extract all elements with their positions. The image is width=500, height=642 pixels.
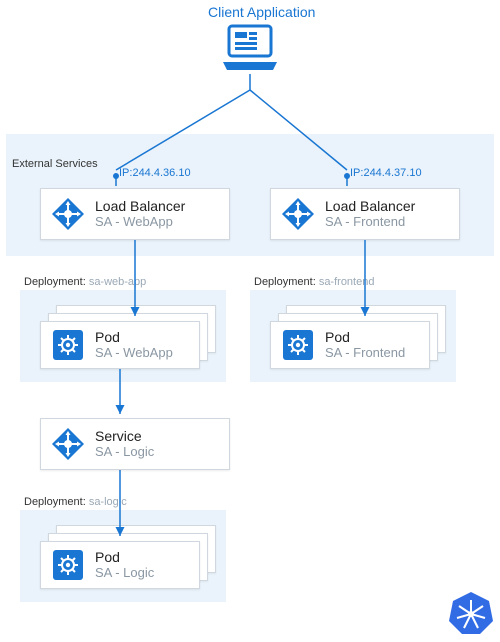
card-subtitle: SA - Logic (95, 445, 154, 460)
card-subtitle: SA - Frontend (325, 346, 405, 361)
card-title: Load Balancer (95, 198, 185, 214)
page-title: Client Application (208, 4, 315, 20)
client-laptop-icon (219, 24, 281, 79)
card-subtitle: SA - Logic (95, 566, 154, 581)
card-subtitle: SA - WebApp (95, 215, 185, 230)
connector-dot (344, 173, 350, 179)
card-subtitle: SA - WebApp (95, 346, 173, 361)
gear-icon (51, 548, 85, 582)
external-services-label: External Services (12, 158, 98, 170)
gear-icon (281, 328, 315, 362)
load-balancer-webapp-card: Load Balancer SA - WebApp (40, 188, 230, 240)
pod-logic-card: Pod SA - Logic (40, 541, 200, 589)
pod-frontend-card: Pod SA - Frontend (270, 321, 430, 369)
deployment-frontend-label: Deployment: sa-frontend (254, 276, 374, 288)
card-title: Load Balancer (325, 198, 415, 214)
card-subtitle: SA - Frontend (325, 215, 415, 230)
service-logic-card: Service SA - Logic (40, 418, 230, 470)
connector-dot (113, 173, 119, 179)
card-title: Pod (95, 329, 173, 345)
card-title: Pod (95, 549, 154, 565)
pod-webapp-card: Pod SA - WebApp (40, 321, 200, 369)
deployment-webapp-label: Deployment: sa-web-app (24, 276, 146, 288)
card-title: Pod (325, 329, 405, 345)
ip-label-frontend: IP:244.4.37.10 (350, 167, 422, 179)
load-balancer-frontend-card: Load Balancer SA - Frontend (270, 188, 460, 240)
gear-icon (51, 328, 85, 362)
load-balancer-icon (281, 197, 315, 231)
ip-label-webapp: IP:244.4.36.10 (119, 167, 191, 179)
load-balancer-icon (51, 197, 85, 231)
card-title: Service (95, 428, 154, 444)
deployment-logic-label: Deployment: sa-logic (24, 496, 127, 508)
kubernetes-icon (448, 590, 494, 636)
load-balancer-icon (51, 427, 85, 461)
